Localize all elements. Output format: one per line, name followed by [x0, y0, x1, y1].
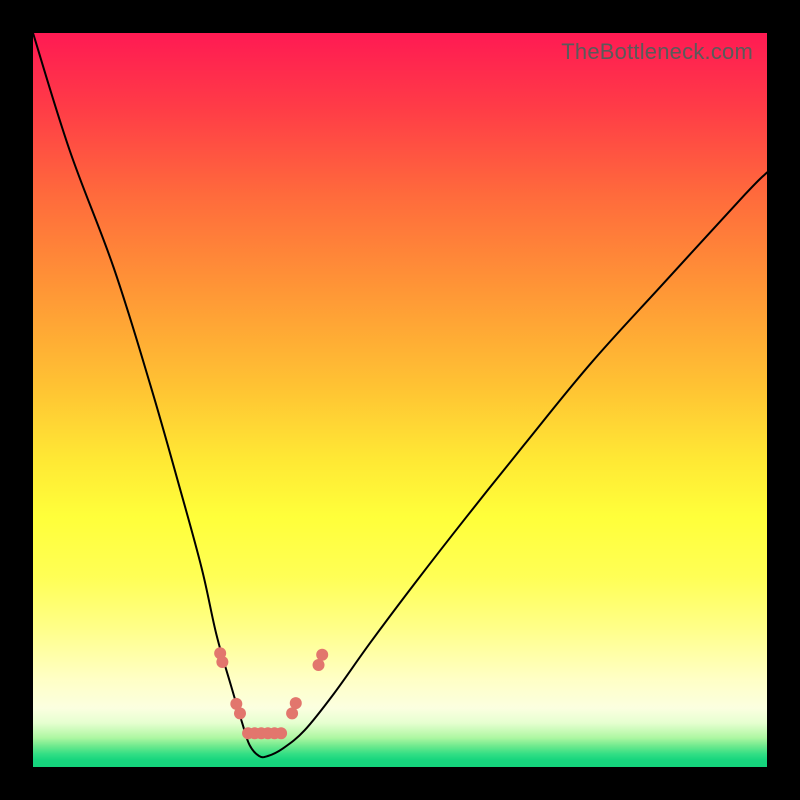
bottleneck-curve — [33, 33, 767, 757]
knob-trough-5 — [275, 727, 287, 739]
knob-left-3 — [234, 707, 246, 719]
knob-right-3 — [316, 649, 328, 661]
chart-frame: TheBottleneck.com — [0, 0, 800, 800]
knob-right-2 — [313, 659, 325, 671]
knob-left-1 — [216, 656, 228, 668]
curve-knobs — [214, 647, 328, 739]
plot-area: TheBottleneck.com — [33, 33, 767, 767]
curve-svg — [33, 33, 767, 767]
knob-right-1 — [290, 697, 302, 709]
knob-right-0 — [286, 707, 298, 719]
